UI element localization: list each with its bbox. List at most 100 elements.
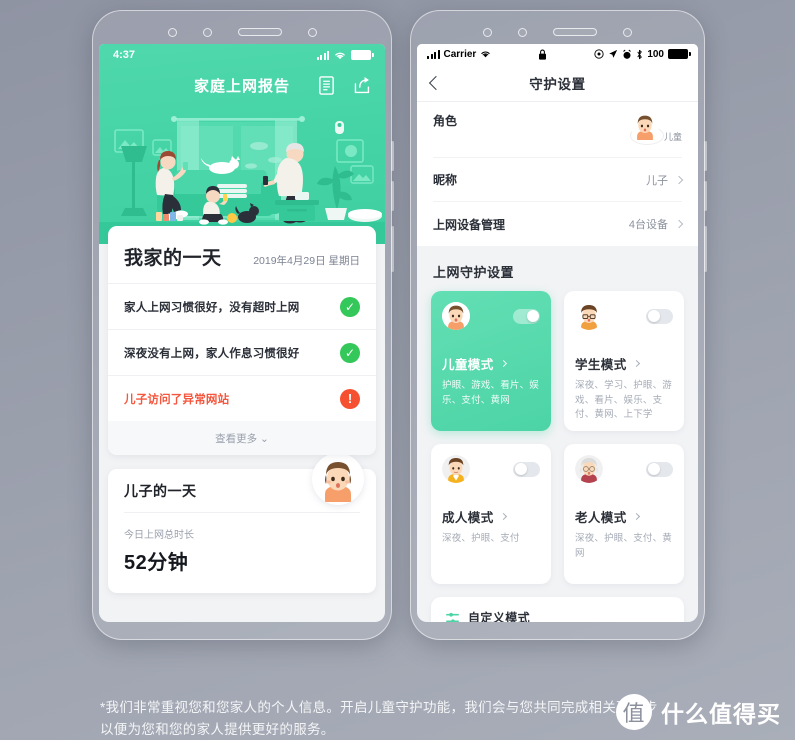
elder-avatar-icon <box>575 455 603 483</box>
avatar <box>629 112 664 145</box>
report-card-title: 我家的一天 <box>124 248 222 269</box>
battery-icon <box>351 50 374 60</box>
settings-group: 角色 儿童 昵称 儿子 上网设备管理 4台设备 <box>417 102 698 246</box>
section-title: 上网守护设置 <box>433 265 515 280</box>
phone-left-notch <box>93 25 391 39</box>
settings-row-nickname[interactable]: 昵称 儿子 <box>433 158 684 202</box>
modes-grid: 儿童模式 护眼、游戏、看片、娱乐、支付、黄网 学生模式 深夜、学习、护眼、游戏、… <box>417 291 698 584</box>
watermark: 值 什么值得买 <box>616 694 781 730</box>
student-avatar-icon <box>575 302 603 330</box>
family-living-room-illustration <box>99 116 385 244</box>
child-avatar-icon <box>442 302 470 330</box>
bluetooth-icon <box>637 49 643 59</box>
settings-row-value: 4台设备 <box>628 219 668 231</box>
report-row[interactable]: 家人上网习惯很好，没有超时上网 ✓ <box>108 283 376 329</box>
mode-name: 老人模式 <box>575 511 627 525</box>
custom-mode-card[interactable]: 自定义模式 <box>431 597 684 622</box>
power-button[interactable] <box>391 226 394 272</box>
mode-toggle[interactable] <box>646 308 673 324</box>
left-header: 家庭上网报告 <box>99 66 385 104</box>
wifi-icon <box>481 51 490 58</box>
family-report-card: 我家的一天 2019年4月29日 星期日 家人上网习惯很好，没有超时上网 ✓ 深… <box>108 226 376 455</box>
chevron-right-icon <box>499 512 507 521</box>
phone-right-notch <box>411 25 704 39</box>
report-card-date: 2019年4月29日 星期日 <box>253 255 360 267</box>
settings-row-label: 昵称 <box>433 173 458 187</box>
carrier-label: Carrier <box>443 48 477 60</box>
mode-description: 深夜、护眼、支付 <box>442 533 520 544</box>
mode-name: 儿童模式 <box>442 358 494 372</box>
volume-down-button[interactable] <box>391 181 394 211</box>
mode-description: 深夜、学习、护眼、游戏、看片、娱乐、支付、黄网、上下学 <box>575 380 673 421</box>
report-row-text: 儿子访问了异常网站 <box>124 393 230 406</box>
privacy-footer-line2: 以便为您和您的家人提供更好的服务。 <box>100 722 335 738</box>
volume-up-button[interactable] <box>391 141 394 171</box>
chevron-right-icon <box>499 359 507 368</box>
status-badge-ok: ✓ <box>340 296 360 317</box>
power-button[interactable] <box>704 226 707 272</box>
mode-toggle[interactable] <box>513 461 540 477</box>
mode-name-row: 儿童模式 <box>442 354 540 373</box>
child-card-subtitle: 今日上网总时长 <box>124 530 194 541</box>
signal-bars-icon <box>316 50 329 60</box>
earpiece-speaker-icon <box>553 28 597 36</box>
sensor-dot-icon <box>202 27 212 37</box>
avatar <box>442 302 470 330</box>
view-more-button[interactable]: 查看更多 ⌄ <box>108 421 376 455</box>
signal-bars-icon <box>427 49 440 59</box>
mode-card-student[interactable]: 学生模式 深夜、学习、护眼、游戏、看片、娱乐、支付、黄网、上下学 <box>564 291 684 431</box>
report-card-header: 我家的一天 2019年4月29日 星期日 <box>108 226 376 283</box>
right-status-bar: Carrier 100 <box>417 44 698 64</box>
chevron-right-icon <box>674 219 684 229</box>
settings-row-label: 上网设备管理 <box>433 217 506 232</box>
camera-dot-icon <box>483 27 492 37</box>
settings-row-role[interactable]: 角色 儿童 <box>433 102 682 158</box>
report-row-text: 深夜没有上网，家人作息习惯很好 <box>124 347 300 360</box>
mode-name-row: 老人模式 <box>575 507 673 526</box>
phone-left: 4:37 家庭上网报告 我家的一天 2019年4月29日 星期日 家人上网习惯很… <box>92 10 394 640</box>
volume-down-button[interactable] <box>704 181 707 211</box>
mode-toggle[interactable] <box>513 308 540 324</box>
report-hero: 4:37 家庭上网报告 <box>99 44 385 244</box>
phone-right: Carrier 100 守护设置 角色 儿童 昵称 儿子 上网设备管理 4台设备… <box>410 10 707 640</box>
settings-row-label: 角色 <box>433 114 458 128</box>
mode-name-row: 成人模式 <box>442 507 540 526</box>
report-row[interactable]: 深夜没有上网，家人作息习惯很好 ✓ <box>108 329 376 375</box>
mode-name-row: 学生模式 <box>575 354 673 373</box>
left-phone-screen: 4:37 家庭上网报告 我家的一天 2019年4月29日 星期日 家人上网习惯很… <box>99 44 385 622</box>
custom-mode-label: 自定义模式 <box>468 610 531 623</box>
mode-card-elder[interactable]: 老人模式 深夜、护眼、支付、黄网 <box>564 444 684 584</box>
right-navbar: 守护设置 <box>417 64 698 102</box>
chevron-right-icon <box>674 175 684 184</box>
battery-percent: 100 <box>647 48 664 60</box>
page-title: 守护设置 <box>529 76 586 92</box>
lock-icon <box>539 49 547 60</box>
privacy-footer: *我们非常重视您和您家人的个人信息。开启儿童守护功能，我们会与您共同完成相关确认… <box>100 697 660 740</box>
share-icon[interactable] <box>352 75 371 96</box>
document-report-icon[interactable] <box>317 75 336 96</box>
battery-icon <box>668 49 691 59</box>
earpiece-speaker-icon <box>237 28 282 36</box>
status-time: 4:37 <box>113 49 136 61</box>
privacy-footer-line1: *我们非常重视您和您家人的个人信息。开启儿童守护功能，我们会与您共同完成相关确认… <box>100 700 658 715</box>
mode-card-adult[interactable]: 成人模式 深夜、护眼、支付 <box>431 444 551 584</box>
report-row-alert[interactable]: 儿子访问了异常网站 ! <box>108 375 376 421</box>
watermark-text: 什么值得买 <box>661 701 781 727</box>
mode-card-child[interactable]: 儿童模式 护眼、游戏、看片、娱乐、支付、黄网 <box>431 291 551 431</box>
mode-toggle[interactable] <box>646 461 673 477</box>
settings-row-value: 儿童 <box>663 132 682 142</box>
sensor-dot-icon <box>518 27 527 37</box>
custom-settings-icon <box>446 612 459 622</box>
boy-avatar-icon <box>630 112 659 142</box>
settings-row-devices[interactable]: 上网设备管理 4台设备 <box>433 202 684 246</box>
settings-row-value: 儿子 <box>646 174 668 187</box>
boy-avatar-icon <box>315 456 361 502</box>
volume-up-button[interactable] <box>704 141 707 171</box>
report-row-text: 家人上网习惯很好，没有超时上网 <box>124 301 300 314</box>
avatar <box>442 455 470 483</box>
proximity-dot-icon <box>307 27 317 37</box>
mode-name: 学生模式 <box>575 358 627 372</box>
chevron-right-icon <box>632 359 640 368</box>
navigation-arrow-icon <box>609 49 618 58</box>
chevron-right-icon <box>632 512 640 521</box>
